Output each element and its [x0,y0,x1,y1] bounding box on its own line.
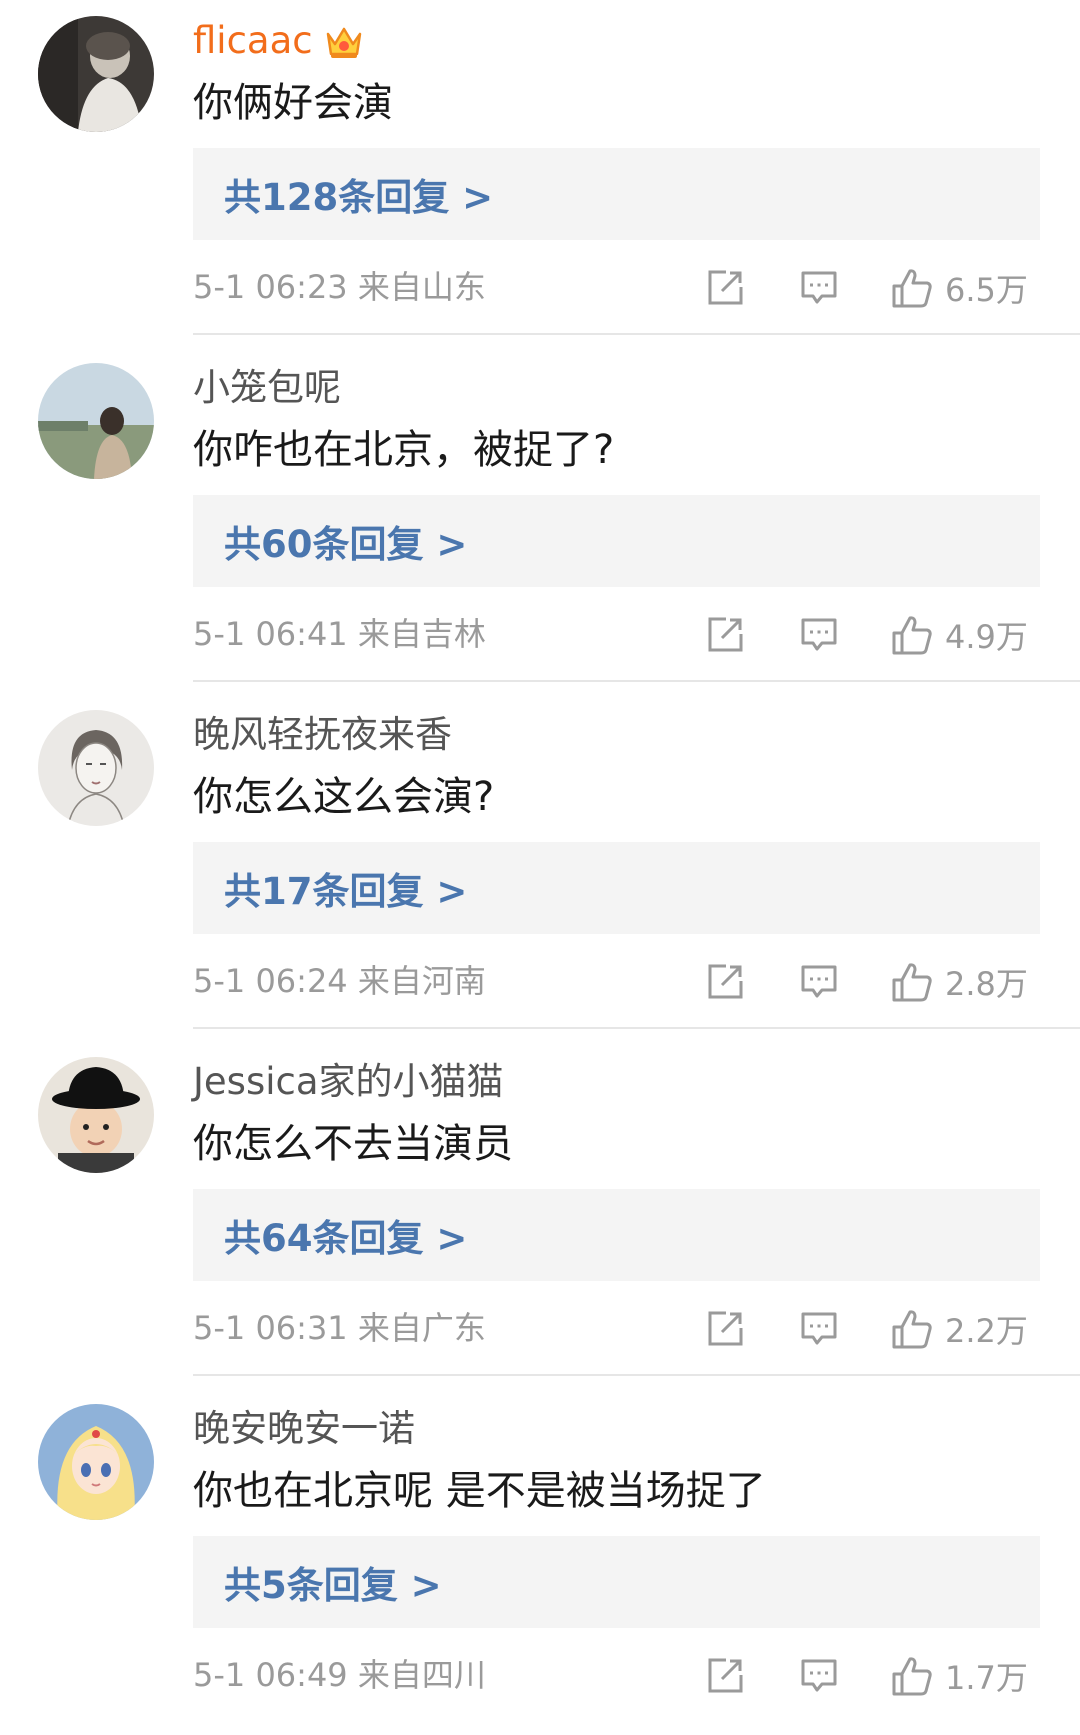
divider [193,680,1080,682]
thumbs-up-icon [892,963,932,1002]
username[interactable]: 小笼包呢 [193,365,341,411]
like-button[interactable]: 1.7万 [891,1654,1028,1698]
comment-meta: 5-1 06:23 来自山东 [193,264,486,310]
avatar[interactable] [38,1404,154,1520]
share-button[interactable] [706,613,744,657]
location: 来自四川 [357,1656,486,1694]
like-button[interactable]: 2.2万 [891,1307,1028,1351]
comment-button[interactable] [800,1654,838,1698]
timestamp: 5-1 06:41 [193,615,348,653]
username[interactable]: 晚风轻抚夜来香 [193,712,452,758]
username-text[interactable]: 晚风轻抚夜来香 [193,712,452,758]
avatar[interactable] [38,1057,154,1173]
reply-summary[interactable]: 共17条回复 > [193,842,1040,934]
comment-item: flicaac 你俩好会演 共128条回复 > 5-1 06:23 来自山东 6… [0,0,1080,347]
comment-icon [801,618,837,651]
share-icon [708,270,743,305]
comment-icon [801,271,837,304]
comment-text: 你怎么不去当演员 [193,1121,513,1167]
comment-meta: 5-1 06:49 来自四川 [193,1652,486,1698]
reply-summary[interactable]: 共60条回复 > [193,495,1040,587]
comment-button[interactable] [800,960,838,1004]
like-count: 2.8万 [945,965,1028,1003]
timestamp: 5-1 06:31 [193,1309,348,1347]
comment-meta: 5-1 06:31 来自广东 [193,1305,486,1351]
thumbs-up-icon [892,1657,932,1696]
username[interactable]: Jessica家的小猫猫 [193,1059,504,1105]
reply-count-link[interactable]: 共5条回复 > [224,1555,442,1609]
share-icon [708,964,743,999]
reply-count-link[interactable]: 共64条回复 > [224,1208,467,1262]
thumbs-up-icon [892,616,932,655]
like-count: 4.9万 [945,618,1028,656]
comment-text: 你怎么这么会演? [193,774,495,820]
share-icon [708,1311,743,1346]
comment-button[interactable] [800,613,838,657]
like-count: 6.5万 [945,271,1028,309]
username-text[interactable]: 晚安晚安一诺 [193,1406,415,1452]
reply-count-link[interactable]: 共60条回复 > [224,514,467,568]
like-button[interactable]: 6.5万 [891,266,1028,310]
share-button[interactable] [706,1307,744,1351]
username-text[interactable]: flicaac [193,18,313,64]
share-icon [708,617,743,652]
divider [193,333,1080,335]
comment-text: 你也在北京呢 是不是被当场捉了 [193,1468,766,1514]
divider [193,1027,1080,1029]
comment-icon [801,965,837,998]
comment-item: 晚安晚安一诺 你也在北京呢 是不是被当场捉了 共5条回复 > 5-1 06:49… [0,1388,1080,1735]
comment-icon [801,1312,837,1345]
reply-count-link[interactable]: 共128条回复 > [224,167,493,221]
comment-item: Jessica家的小猫猫 你怎么不去当演员 共64条回复 > 5-1 06:31… [0,1041,1080,1388]
location: 来自吉林 [357,615,486,653]
share-button[interactable] [706,960,744,1004]
comment-text: 你俩好会演 [193,80,393,126]
avatar[interactable] [38,710,154,826]
location: 来自河南 [357,962,486,1000]
reply-count-link[interactable]: 共17条回复 > [224,861,467,915]
avatar[interactable] [38,16,154,132]
share-button[interactable] [706,266,744,310]
avatar[interactable] [38,363,154,479]
location: 来自山东 [357,268,486,306]
thumbs-up-icon [892,1310,932,1349]
comment-icon [801,1659,837,1692]
timestamp: 5-1 06:24 [193,962,348,1000]
comment-item: 晚风轻抚夜来香 你怎么这么会演? 共17条回复 > 5-1 06:24 来自河南… [0,694,1080,1041]
share-button[interactable] [706,1654,744,1698]
username-text[interactable]: Jessica家的小猫猫 [193,1059,504,1105]
like-button[interactable]: 2.8万 [891,960,1028,1004]
like-button[interactable]: 4.9万 [891,613,1028,657]
comment-button[interactable] [800,1307,838,1351]
comment-text: 你咋也在北京，被捉了? [193,427,615,473]
thumbs-up-icon [892,269,932,308]
location: 来自广东 [357,1309,486,1347]
comment-meta: 5-1 06:41 来自吉林 [193,611,486,657]
comment-button[interactable] [800,266,838,310]
like-count: 1.7万 [945,1659,1028,1697]
username[interactable]: 晚安晚安一诺 [193,1406,415,1452]
reply-summary[interactable]: 共5条回复 > [193,1536,1040,1628]
username[interactable]: flicaac [193,18,365,64]
crown-icon [323,20,365,62]
timestamp: 5-1 06:49 [193,1656,348,1694]
comment-item: 小笼包呢 你咋也在北京，被捉了? 共60条回复 > 5-1 06:41 来自吉林… [0,347,1080,694]
comment-meta: 5-1 06:24 来自河南 [193,958,486,1004]
timestamp: 5-1 06:23 [193,268,348,306]
reply-summary[interactable]: 共64条回复 > [193,1189,1040,1281]
username-text[interactable]: 小笼包呢 [193,365,341,411]
reply-summary[interactable]: 共128条回复 > [193,148,1040,240]
divider [193,1374,1080,1376]
share-icon [708,1658,743,1693]
like-count: 2.2万 [945,1312,1028,1350]
